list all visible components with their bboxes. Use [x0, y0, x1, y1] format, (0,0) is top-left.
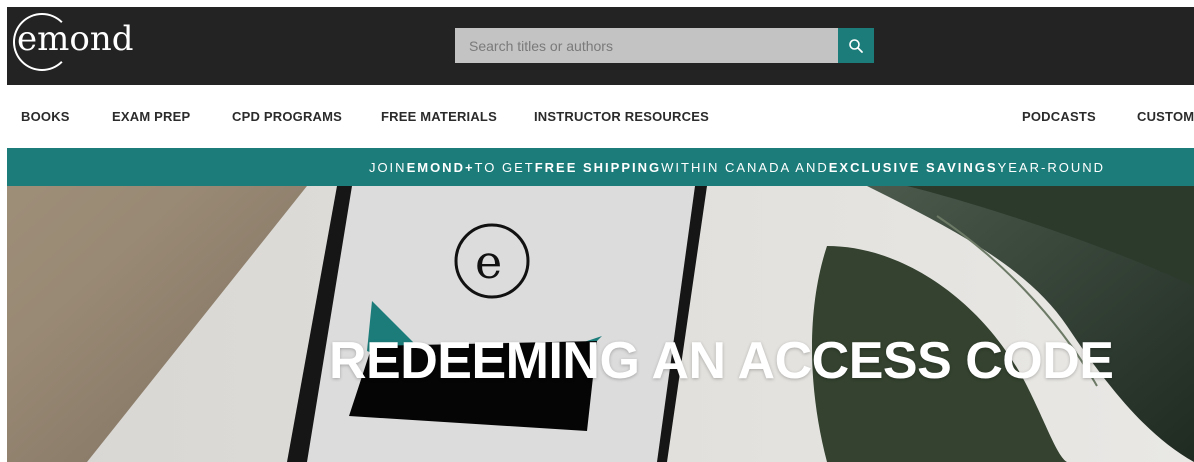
search-icon — [849, 38, 863, 53]
nav-item-custom[interactable]: CUSTOM — [1137, 109, 1194, 124]
main-nav: BOOKS EXAM PREP CPD PROGRAMS FREE MATERI… — [7, 85, 1194, 148]
promo-text-7: YEAR-ROUND — [997, 159, 1105, 175]
nav-item-free-materials[interactable]: FREE MATERIALS — [381, 109, 497, 124]
nav-item-exam-prep[interactable]: EXAM PREP — [112, 109, 190, 124]
emond-logo[interactable]: emond — [11, 13, 134, 75]
promo-text-2: EMOND+ — [406, 159, 475, 175]
nav-item-instructor-resources[interactable]: INSTRUCTOR RESOURCES — [534, 109, 709, 124]
search-input[interactable] — [455, 28, 838, 63]
nav-item-podcasts[interactable]: PODCASTS — [1022, 109, 1096, 124]
hero-banner: e REDEEMING AN ACCESS CODE — [7, 186, 1194, 462]
hero-image: e — [7, 186, 1194, 462]
nav-item-books[interactable]: BOOKS — [21, 109, 70, 124]
promo-text-1: JOIN — [368, 159, 407, 175]
promo-text-3: TO GET — [474, 159, 535, 175]
promo-banner[interactable]: JOIN EMOND+ TO GET FREE SHIPPING WITHIN … — [7, 148, 1194, 186]
promo-text-5: WITHIN CANADA AND — [661, 159, 829, 175]
search-button[interactable] — [838, 28, 874, 63]
site-header: emond — [7, 7, 1194, 85]
phone-logo-text: e — [475, 235, 502, 289]
hero-title: REDEEMING AN ACCESS CODE — [329, 331, 1114, 390]
page-frame: emond BOOKS EXAM PREP CPD PROGRAMS FREE … — [7, 7, 1194, 462]
nav-item-cpd-programs[interactable]: CPD PROGRAMS — [232, 109, 342, 124]
promo-text-4: FREE SHIPPING — [534, 159, 662, 175]
search-bar — [455, 28, 874, 63]
logo-text: emond — [17, 19, 134, 59]
promo-text-6: EXCLUSIVE SAVINGS — [828, 159, 998, 175]
